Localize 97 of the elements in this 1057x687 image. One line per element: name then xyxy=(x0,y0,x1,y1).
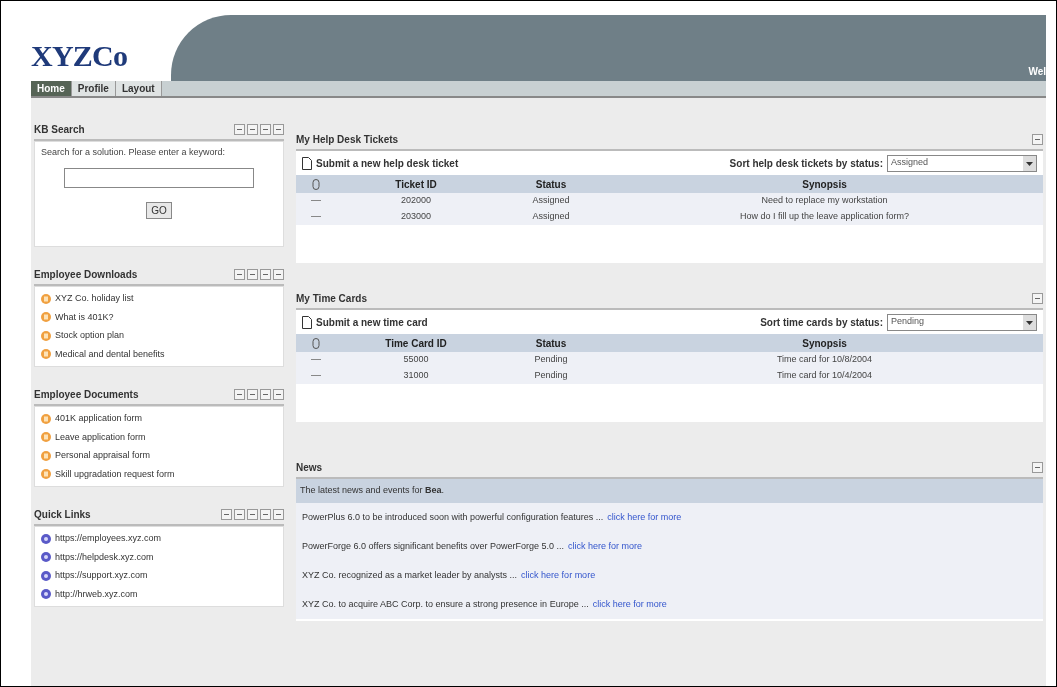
document-bullet-icon xyxy=(41,312,51,323)
quick-link[interactable]: https://support.xyz.com xyxy=(55,569,148,583)
document-bullet-icon xyxy=(41,413,51,424)
column-header: Synopsis xyxy=(801,177,848,192)
column-header: Synopsis xyxy=(801,336,848,351)
nav-tab[interactable]: Profile xyxy=(71,81,116,96)
status-dropdown[interactable]: Pending xyxy=(887,313,1037,331)
table-cell-text: Pending xyxy=(533,369,569,383)
link-bullet-icon xyxy=(41,533,51,544)
search-prompt: Search for a solution. Please enter a keyword: xyxy=(40,146,227,159)
table-cell-text: 31000 xyxy=(402,369,430,383)
document-bullet-icon xyxy=(41,432,51,443)
document-link[interactable]: Medical and dental benefits xyxy=(55,347,165,361)
portlet-title: My Help Desk Tickets xyxy=(296,133,399,147)
control-glyph-icon xyxy=(1034,295,1041,302)
document-icon xyxy=(302,156,312,170)
window-control-button[interactable] xyxy=(234,124,245,135)
window-control-button[interactable] xyxy=(1032,462,1043,473)
window-control-button[interactable] xyxy=(260,269,271,280)
window-control-button[interactable] xyxy=(221,509,232,520)
portlet-title: News xyxy=(296,461,323,475)
portlet-title: My Time Cards xyxy=(296,292,367,306)
table-cell-text: Time card for 10/4/2004 xyxy=(775,369,874,383)
document-link[interactable]: XYZ Co. holiday list xyxy=(55,292,134,306)
document-bullet-icon xyxy=(41,293,51,304)
portlet-title: Employee Downloads xyxy=(34,268,138,282)
quick-link[interactable]: https://helpdesk.xyz.com xyxy=(55,550,154,564)
window-control-button[interactable] xyxy=(273,509,284,520)
window-control-button[interactable] xyxy=(247,124,258,135)
control-glyph-icon xyxy=(1034,136,1041,143)
news-item: XYZ Co. recognized as a market leader by analysts ... click here for more xyxy=(296,561,1043,590)
news-item: PowerPlus 6.0 to be introduced soon with powerful configuration features ... click here for more xyxy=(296,503,1043,532)
link-bullet-icon xyxy=(41,552,51,563)
status-dropdown[interactable]: Assigned xyxy=(887,154,1037,172)
document-bullet-icon xyxy=(41,349,51,360)
sort-label: Sort help desk tickets by status: xyxy=(729,156,883,171)
window-control-button[interactable] xyxy=(273,269,284,280)
more-link[interactable]: click here for more xyxy=(607,510,682,525)
window-control-button[interactable] xyxy=(273,389,284,400)
document-link[interactable]: Leave application form xyxy=(55,430,146,444)
window-control-button[interactable] xyxy=(247,269,258,280)
document-icon xyxy=(302,315,312,329)
more-link[interactable]: click here for more xyxy=(567,539,642,554)
quick-link[interactable]: http://hrweb.xyz.com xyxy=(55,587,138,601)
submit-link[interactable]: Submit a new help desk ticket xyxy=(316,155,459,171)
nav-tab[interactable]: Layout xyxy=(115,81,162,96)
quick-link[interactable]: https://employees.xyz.com xyxy=(55,532,162,546)
document-link[interactable]: What is 401K? xyxy=(55,310,114,324)
portlet-title: Quick Links xyxy=(34,508,91,522)
window-control-button[interactable] xyxy=(1032,293,1043,304)
control-glyph-icon xyxy=(1034,464,1041,471)
table-cell-text: Assigned xyxy=(531,210,571,224)
search-field[interactable] xyxy=(64,167,254,188)
table-cell-text: Need to replace my workstation xyxy=(760,194,889,208)
window-control-button[interactable] xyxy=(247,509,258,520)
news-item: XYZ Co. to acquire ABC Corp. to ensure a strong presence in Europe ... click here for more xyxy=(296,590,1043,619)
news-item: PowerForge 6.0 offers significant benefits over PowerForge 5.0 ... click here for more xyxy=(296,532,1043,561)
document-bullet-icon xyxy=(41,330,51,341)
news-intro: The latest news and events for Bea. xyxy=(300,484,445,498)
submit-link[interactable]: Submit a new time card xyxy=(316,314,428,330)
link-bullet-icon xyxy=(41,570,51,581)
column-header: Ticket ID xyxy=(394,177,438,192)
window-control-button[interactable] xyxy=(247,389,258,400)
table-cell-text: Pending xyxy=(533,353,569,367)
window-control-button[interactable] xyxy=(260,389,271,400)
column-header: Status xyxy=(534,336,568,351)
company-logo: XYZCo xyxy=(31,41,128,71)
document-link[interactable]: Personal appraisal form xyxy=(55,449,151,463)
welcome-text: Wel xyxy=(1028,65,1046,79)
document-link[interactable]: Skill upgradation request form xyxy=(55,467,175,481)
link-bullet-icon xyxy=(41,589,51,600)
window-control-button[interactable] xyxy=(260,509,271,520)
table-cell-text: 203000 xyxy=(399,210,432,224)
table-cell-text: 55000 xyxy=(402,353,430,367)
sort-label: Sort time cards by status: xyxy=(760,315,883,330)
window-control-button[interactable] xyxy=(234,269,245,280)
column-header: Time Card ID xyxy=(384,336,448,351)
more-link[interactable]: click here for more xyxy=(592,597,667,612)
more-link[interactable]: click here for more xyxy=(521,568,596,583)
window-control-button[interactable] xyxy=(234,509,245,520)
portlet-title: Employee Documents xyxy=(34,388,139,402)
table-cell-text: 202000 xyxy=(399,194,432,208)
nav-tab[interactable]: Home xyxy=(31,81,72,96)
window-control-button[interactable] xyxy=(234,389,245,400)
document-link[interactable]: 401K application form xyxy=(55,412,143,426)
portlet-title: KB Search xyxy=(34,123,85,137)
window-control-button[interactable] xyxy=(273,124,284,135)
window-control-button[interactable] xyxy=(260,124,271,135)
column-header: Status xyxy=(534,177,568,192)
table-cell-text: Assigned xyxy=(531,194,571,208)
window-control-button[interactable] xyxy=(1032,134,1043,145)
table-cell-text: Time card for 10/8/2004 xyxy=(775,353,874,367)
document-link[interactable]: Stock option plan xyxy=(55,329,125,343)
document-bullet-icon xyxy=(41,469,51,480)
go-button[interactable]: GO xyxy=(146,201,172,219)
table-cell-text: How do I fill up the leave application form? xyxy=(738,210,911,224)
document-bullet-icon xyxy=(41,450,51,461)
